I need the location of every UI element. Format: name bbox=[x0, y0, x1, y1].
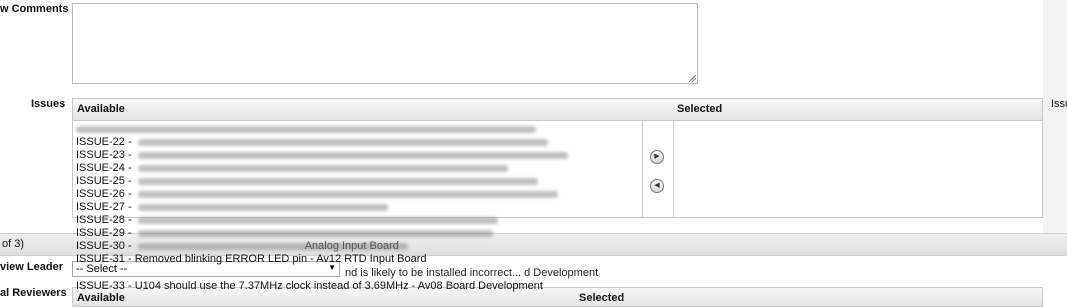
arrow-right-icon: ▶ bbox=[654, 153, 660, 160]
list-item[interactable]: ISSUE-29 - bbox=[76, 227, 493, 240]
list-item[interactable]: ISSUE-33 - U104 should use the 7.37MHz c… bbox=[76, 280, 543, 293]
review-comments-label: w Comments bbox=[0, 3, 69, 15]
right-gutter bbox=[1043, 0, 1067, 233]
review-comments-textarea[interactable] bbox=[72, 3, 698, 84]
list-item[interactable]: ISSUE-25 - bbox=[76, 175, 538, 188]
section-label: of 3) bbox=[2, 238, 25, 250]
list-item[interactable]: ISSUE-23 - bbox=[76, 149, 568, 162]
available-header: Available bbox=[77, 103, 125, 115]
list-item[interactable]: ISSUE-28 - bbox=[76, 214, 498, 227]
list-item[interactable]: ISSUE-22 - bbox=[76, 136, 548, 149]
list-item[interactable]: ISSUE-30 - Analog Input Board bbox=[76, 240, 408, 253]
list-item[interactable]: ISSUE-24 - bbox=[76, 162, 508, 175]
reviewers-selected-header: Selected bbox=[579, 292, 625, 304]
list-item[interactable]: ISSUE-26 - bbox=[76, 188, 558, 201]
selected-issues-list[interactable] bbox=[673, 121, 1042, 217]
issues-picker-header: Available Selected bbox=[73, 99, 1042, 121]
list-item[interactable]: ISSUE-27 - bbox=[76, 201, 388, 214]
move-right-button[interactable]: ▶ bbox=[650, 150, 664, 164]
optional-reviewers-label: al Reviewers bbox=[0, 287, 67, 299]
list-item[interactable]: ISSUE-31 - Removed blinking ERROR LED pi… bbox=[76, 253, 427, 266]
reviewers-available-header: Available bbox=[77, 292, 125, 304]
issues-right-label: Issu bbox=[1051, 98, 1067, 110]
review-leader-label: view Leader bbox=[0, 261, 63, 273]
issues-label: Issues bbox=[31, 98, 66, 110]
move-left-button[interactable]: ◀ bbox=[650, 179, 664, 193]
resize-grip-icon[interactable] bbox=[688, 74, 696, 82]
arrow-left-icon: ◀ bbox=[654, 182, 660, 189]
selected-header: Selected bbox=[677, 103, 723, 115]
list-item[interactable]: nd is likely to be installed incorrect..… bbox=[345, 267, 598, 280]
